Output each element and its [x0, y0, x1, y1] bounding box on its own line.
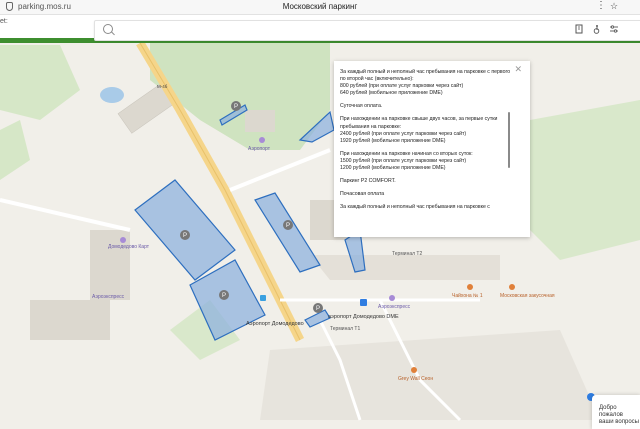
popup-scrollbar[interactable] [508, 112, 510, 168]
popup-paragraph: При нахождении на парковке свыше двух ча… [340, 116, 512, 144]
poi-icon[interactable] [389, 295, 395, 301]
map-label: Аэропорт [248, 146, 271, 152]
chat-greeting: Добро пожалов [599, 405, 623, 418]
popup-paragraph: Паркинг P2 COMFORT. [340, 178, 512, 185]
header-label: et: [0, 18, 8, 25]
svg-text:P: P [286, 223, 290, 229]
search-icon [103, 24, 113, 34]
popup-paragraph: Суточная оплата. [340, 103, 512, 110]
parking-info-popup: ✕ За каждый полный и неполный час пребыв… [334, 61, 530, 237]
menu-icon[interactable]: ⋮ [596, 0, 607, 11]
page-title: Московский паркинг [282, 2, 358, 11]
airport-icon[interactable] [360, 299, 367, 306]
popup-paragraph: За каждый полный и неполный час пребыван… [340, 69, 512, 97]
map-canvas[interactable]: P P P P P Домодедово Карт Аэроэкспресс А… [0, 43, 640, 429]
chat-prompt: ваши вопросы [599, 419, 639, 425]
popup-line: Паркинг P2 COMFORT. [340, 178, 396, 185]
map-label: Аэроэкспресс [92, 294, 125, 300]
popup-line: 2400 рублей (при оплате услуг парковки ч… [340, 130, 467, 137]
popup-paragraph: Почасовая оплата [340, 191, 512, 198]
poi-icon[interactable] [259, 137, 265, 143]
svg-text:P: P [183, 233, 187, 239]
train-icon[interactable] [260, 295, 266, 301]
star-icon[interactable]: ☆ [610, 1, 618, 12]
svg-text:P: P [222, 293, 226, 299]
popup-line: При нахождении на парковке начиная со вт… [340, 150, 473, 157]
chat-widget[interactable]: Добро пожалов ваши вопросы [592, 395, 640, 429]
water-pond [100, 87, 124, 103]
filter-icon[interactable] [608, 24, 620, 36]
parking-marker-icon[interactable]: P [313, 303, 323, 313]
popup-line: 1920 рублей (мобильное приложение DME) [340, 137, 446, 144]
map-label: Терминал Т1 [330, 326, 360, 332]
map-label: Grey Wall Сеон [398, 376, 433, 382]
search-input[interactable] [117, 23, 561, 39]
popup-line: 1200 рублей (мобильное приложение DME) [340, 165, 446, 172]
cafe-icon[interactable] [467, 284, 473, 290]
building [245, 110, 275, 132]
svg-text:P: P [316, 306, 320, 312]
building [30, 300, 110, 340]
popup-content: За каждый полный и неполный час пребыван… [340, 69, 512, 217]
map-label: Аэроэкспресс [378, 304, 411, 310]
terminal-building [310, 255, 500, 280]
popup-line: За каждый полный и неполный час пребыван… [340, 69, 511, 83]
popup-line: 640 рублей (мобильное приложение DME) [340, 90, 443, 97]
parking-marker-icon[interactable]: P [180, 230, 190, 240]
cafe-icon[interactable] [411, 367, 417, 373]
building-icon[interactable] [573, 24, 585, 36]
map-label: Аэропорт Домодедово [246, 321, 304, 327]
road-label: М-4б [157, 84, 168, 89]
popup-line: Суточная оплата. [340, 103, 383, 110]
map-label: аэропорт Домодедово DME [328, 314, 399, 320]
map-label: Домодедово Карт [108, 244, 150, 250]
parking-marker-icon[interactable]: P [219, 290, 229, 300]
popup-paragraph: За каждый полный и неполный час пребыван… [340, 204, 512, 211]
park-area [530, 100, 640, 260]
map-label: Чайхона № 1 [452, 292, 483, 299]
map-label: Московская закусочная [500, 293, 555, 299]
popup-line: За каждый полный и неполный час пребыван… [340, 204, 490, 211]
popup-line: Почасовая оплата [340, 191, 385, 198]
popup-line: При нахождении на парковке свыше двух ча… [340, 116, 498, 130]
poi-icon[interactable] [120, 237, 126, 243]
popup-paragraph: При нахождении на парковке начиная со вт… [340, 151, 512, 172]
cafe-icon[interactable] [509, 284, 515, 290]
search-bar[interactable] [94, 20, 640, 41]
close-icon[interactable]: ✕ [514, 64, 522, 75]
map-label: Терминал Т2 [392, 251, 422, 257]
parking-marker-icon[interactable]: P [231, 101, 241, 111]
parking-marker-icon[interactable]: P [283, 220, 293, 230]
popup-line: 1500 рублей (при оплате услуг парковки ч… [340, 157, 467, 164]
accessibility-icon[interactable] [591, 24, 603, 36]
browser-bar: parking.mos.ru Московский паркинг ⋮ ☆ [0, 0, 640, 15]
svg-text:P: P [234, 104, 238, 110]
